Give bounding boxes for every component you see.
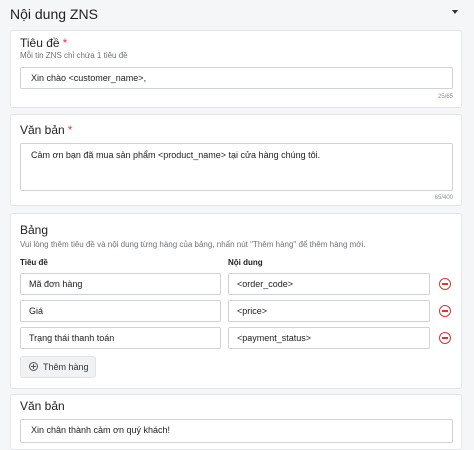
title-card: Tiêu đề * Mỗi tin ZNS chỉ chứa 1 tiêu đề …: [10, 30, 462, 108]
row-content-input[interactable]: <price>: [228, 300, 430, 322]
footer-card: Văn bản Xin chân thành cảm ơn quý khách!: [10, 394, 462, 450]
section-header[interactable]: Nội dung ZNS: [10, 4, 466, 26]
column-header-title: Tiêu đề: [20, 258, 48, 267]
title-label: Tiêu đề: [20, 36, 60, 50]
add-row-label: Thêm hàng: [43, 362, 89, 372]
remove-row-icon[interactable]: [439, 305, 451, 317]
title-hint: Mỗi tin ZNS chỉ chứa 1 tiêu đề: [20, 51, 128, 60]
footer-label: Văn bản: [20, 399, 65, 413]
caret-down-icon[interactable]: [452, 10, 458, 14]
remove-row-icon[interactable]: [439, 278, 451, 290]
body-label: Văn bản: [20, 123, 65, 137]
body-counter: 65/400: [434, 195, 453, 201]
table-label: Bảng: [20, 223, 49, 237]
body-card: Văn bản * Cảm ơn bạn đã mua sản phẩm <pro…: [10, 114, 462, 206]
zns-content-panel: Nội dung ZNS Tiêu đề * Mỗi tin ZNS chỉ ch…: [0, 0, 474, 450]
remove-row-icon[interactable]: [439, 332, 451, 344]
add-row-button[interactable]: Thêm hàng: [20, 356, 96, 378]
row-content-input[interactable]: <order_code>: [228, 273, 430, 295]
required-mark: *: [67, 123, 73, 137]
body-textarea[interactable]: Cảm ơn bạn đã mua sản phẩm <product_name…: [20, 143, 453, 191]
row-content-input[interactable]: <payment_status>: [228, 327, 430, 349]
table-card: Bảng Vui lòng thêm tiêu đề và nội dung t…: [10, 213, 462, 389]
column-header-content: Nội dung: [228, 258, 263, 267]
row-title-input[interactable]: Mã đơn hàng: [20, 273, 221, 295]
row-title-input[interactable]: Trạng thái thanh toán: [20, 327, 221, 349]
required-mark: *: [62, 36, 68, 50]
table-hint: Vui lòng thêm tiêu đề và nội dung từng h…: [20, 240, 366, 249]
title-input[interactable]: Xin chào <customer_name>,: [20, 67, 453, 89]
footer-input[interactable]: Xin chân thành cảm ơn quý khách!: [20, 419, 453, 443]
section-title: Nội dung ZNS: [10, 6, 98, 22]
plus-circle-icon: [29, 362, 38, 371]
row-title-input[interactable]: Giá: [20, 300, 221, 322]
title-counter: 25/65: [437, 94, 453, 100]
